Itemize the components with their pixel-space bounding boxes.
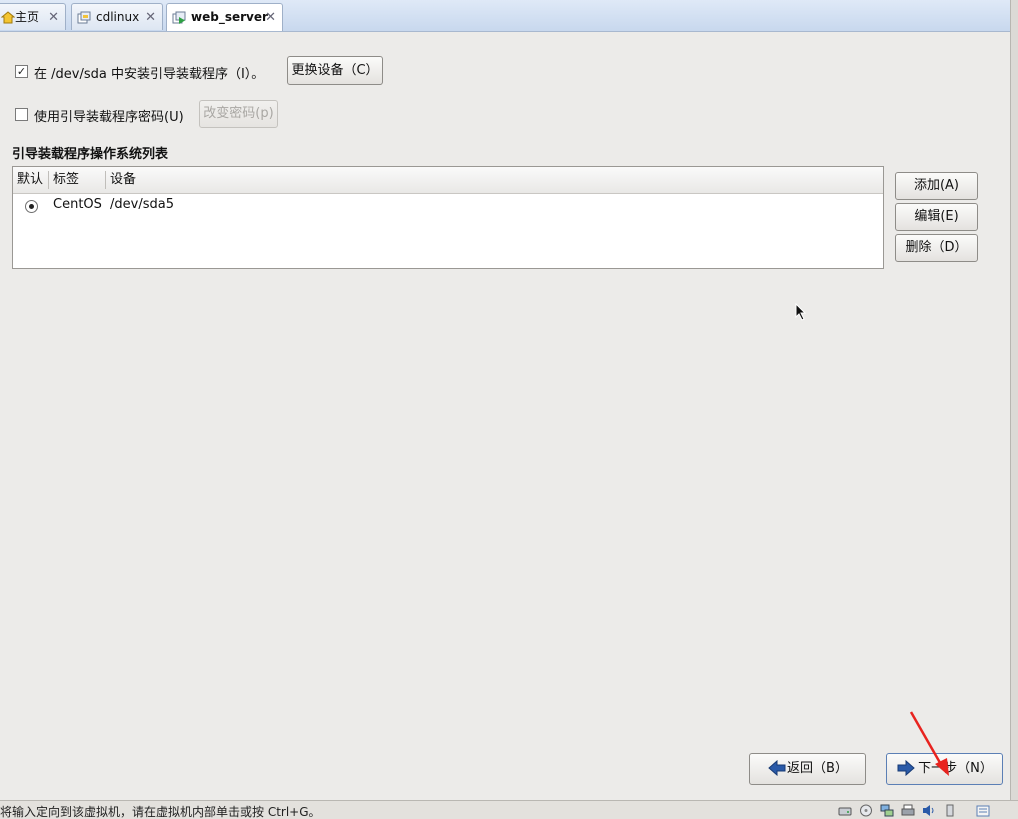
sound-icon[interactable] — [922, 804, 936, 817]
network-icon[interactable] — [880, 804, 894, 817]
tab-home-label: 主页 — [15, 10, 40, 24]
arrow-left-icon — [768, 760, 786, 776]
installer-content: ✓ 在 /dev/sda 中安装引导装载程序（I）。 更换设备（C） 使用引导装… — [0, 31, 1010, 800]
tab-home[interactable]: 主页 ✕ — [0, 3, 66, 30]
tab-bar: 主页 ✕ cdlinux ✕ web_server ✕ — [0, 0, 1010, 32]
vm-icon — [77, 11, 91, 24]
bootloader-password-label: 使用引导装载程序密码(U) — [34, 110, 184, 125]
table-header: 默认 标签 设备 — [13, 167, 883, 194]
change-password-button[interactable]: 改变密码(p) — [199, 100, 278, 128]
column-header-label[interactable]: 标签 — [49, 167, 105, 193]
printer-icon[interactable] — [901, 804, 915, 817]
column-header-default[interactable]: 默认 — [13, 167, 48, 193]
add-os-button[interactable]: 添加(A) — [895, 172, 978, 200]
vm-running-icon — [172, 11, 186, 24]
close-icon[interactable]: ✕ — [145, 4, 156, 31]
os-device-cell: /dev/sda5 — [110, 197, 174, 212]
bootloader-password-checkbox[interactable] — [15, 108, 28, 121]
mouse-cursor-icon — [795, 303, 807, 321]
back-button[interactable]: 返回（B） — [749, 753, 866, 785]
install-bootloader-checkbox[interactable]: ✓ — [15, 65, 28, 78]
usb-icon[interactable] — [943, 804, 957, 817]
change-device-button[interactable]: 更换设备（C） — [287, 56, 383, 85]
column-header-device[interactable]: 设备 — [106, 167, 306, 193]
default-os-radio[interactable] — [25, 200, 38, 213]
annotation-arrow-icon — [909, 711, 949, 776]
delete-os-button[interactable]: 删除（D） — [895, 234, 978, 262]
message-log-icon[interactable] — [976, 804, 990, 817]
tab-web-server-label: web_server — [191, 10, 268, 24]
window-frame-edge — [1010, 0, 1018, 800]
back-button-label: 返回（B） — [787, 761, 848, 776]
tab-cdlinux[interactable]: cdlinux ✕ — [71, 3, 163, 30]
hard-disk-icon[interactable] — [838, 804, 852, 817]
install-bootloader-label: 在 /dev/sda 中安装引导装载程序（I）。 — [34, 67, 265, 82]
edit-os-button[interactable]: 编辑(E) — [895, 203, 978, 231]
os-list-title: 引导装载程序操作系统列表 — [12, 147, 169, 162]
home-icon — [1, 11, 15, 24]
status-message: 将输入定向到该虚拟机，请在虚拟机内部单击或按 Ctrl+G。 — [0, 805, 321, 819]
close-icon[interactable]: ✕ — [48, 4, 59, 31]
os-label-cell: CentOS — [53, 197, 102, 212]
close-icon[interactable]: ✕ — [265, 4, 276, 31]
cd-rom-icon[interactable] — [859, 804, 873, 817]
os-list-table: 默认 标签 设备 CentOS /dev/sda5 — [12, 166, 884, 269]
vm-window: 主页 ✕ cdlinux ✕ web_server ✕ ✓ 在 /dev/sda — [0, 0, 1018, 819]
tab-cdlinux-label: cdlinux — [96, 10, 140, 24]
tab-web-server[interactable]: web_server ✕ — [166, 3, 283, 31]
status-bar: 将输入定向到该虚拟机，请在虚拟机内部单击或按 Ctrl+G。 — [0, 800, 1018, 819]
